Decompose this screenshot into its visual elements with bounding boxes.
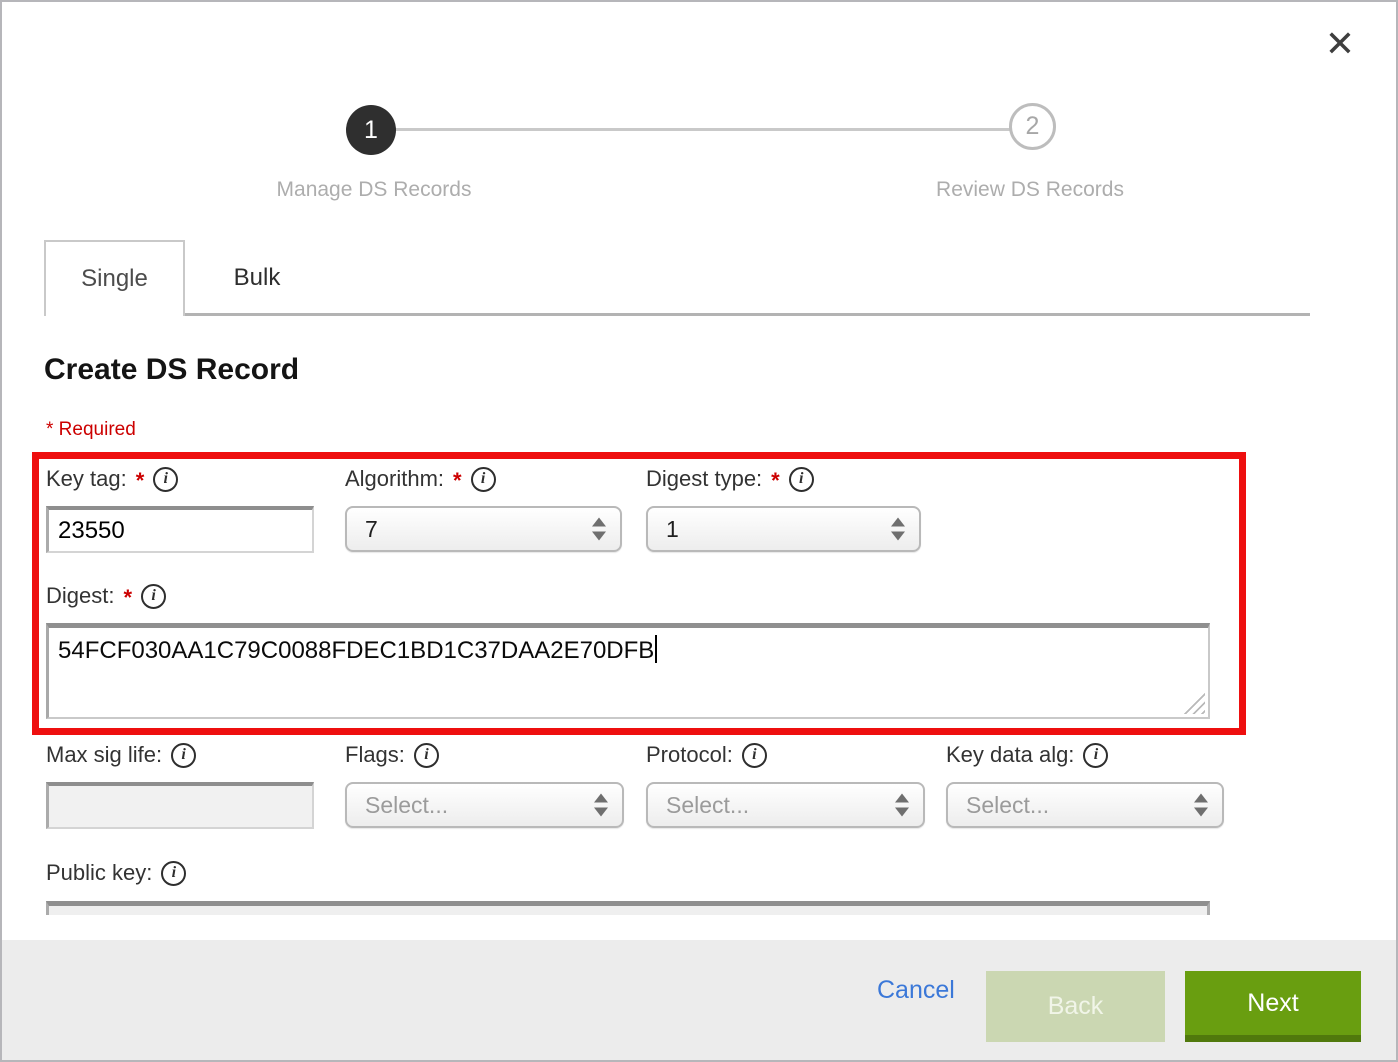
- public-key-label-row: Public key: i: [46, 858, 186, 888]
- max-sig-life-input[interactable]: [46, 782, 314, 829]
- key-tag-input[interactable]: [46, 506, 314, 553]
- select-arrows-icon: [592, 518, 606, 541]
- key-data-alg-placeholder: Select...: [966, 792, 1049, 819]
- key-data-alg-select[interactable]: Select...: [946, 782, 1224, 828]
- required-note: * Required: [46, 419, 136, 441]
- info-icon[interactable]: i: [742, 743, 767, 768]
- field-public-key: Public key: i: [46, 858, 186, 900]
- flags-placeholder: Select...: [365, 792, 448, 819]
- step-1-circle: 1: [346, 105, 396, 155]
- info-icon[interactable]: i: [1083, 743, 1108, 768]
- algorithm-label-row: Algorithm: * i: [345, 464, 622, 494]
- max-sig-life-label: Max sig life:: [46, 742, 162, 768]
- field-key-data-alg: Key data alg: i Select...: [946, 740, 1224, 828]
- select-arrows-icon: [594, 794, 608, 817]
- page-title: Create DS Record: [44, 353, 299, 387]
- key-tag-label: Key tag:: [46, 466, 127, 492]
- info-icon[interactable]: i: [141, 584, 166, 609]
- digest-type-selected-value: 1: [666, 516, 679, 543]
- required-asterisk: *: [771, 468, 780, 494]
- info-icon[interactable]: i: [471, 467, 496, 492]
- public-key-label: Public key:: [46, 860, 152, 886]
- protocol-label-row: Protocol: i: [646, 740, 925, 770]
- field-algorithm: Algorithm: * i 7: [345, 464, 622, 552]
- key-tag-label-row: Key tag: * i: [46, 464, 314, 494]
- protocol-placeholder: Select...: [666, 792, 749, 819]
- algorithm-label: Algorithm:: [345, 466, 444, 492]
- step-1-number: 1: [364, 116, 378, 145]
- tab-single[interactable]: Single: [44, 240, 185, 316]
- next-button[interactable]: Next: [1185, 971, 1361, 1042]
- resize-handle[interactable]: [1183, 692, 1205, 714]
- digest-textarea[interactable]: 54FCF030AA1C79C0088FDEC1BD1C37DAA2E70DFB: [46, 623, 1210, 719]
- step-2-circle: 2: [1009, 103, 1056, 150]
- info-icon[interactable]: i: [789, 467, 814, 492]
- info-icon[interactable]: i: [171, 743, 196, 768]
- stepper-connector-line: [370, 128, 1032, 131]
- tab-bulk[interactable]: Bulk: [185, 240, 329, 316]
- required-asterisk: *: [136, 468, 145, 494]
- field-digest-type: Digest type: * i 1: [646, 464, 921, 552]
- step-2-number: 2: [1026, 112, 1040, 141]
- protocol-label: Protocol:: [646, 742, 733, 768]
- required-asterisk: *: [453, 468, 462, 494]
- max-sig-life-label-row: Max sig life: i: [46, 740, 314, 770]
- close-icon[interactable]: ✕: [1318, 22, 1362, 66]
- required-asterisk: *: [123, 585, 132, 611]
- algorithm-selected-value: 7: [365, 516, 378, 543]
- key-data-alg-label: Key data alg:: [946, 742, 1074, 768]
- step-1-label: Manage DS Records: [259, 178, 489, 202]
- protocol-select[interactable]: Select...: [646, 782, 925, 828]
- info-icon[interactable]: i: [153, 467, 178, 492]
- tab-bar: Single Bulk: [44, 240, 1310, 316]
- create-ds-record-dialog: ✕ 1 2 Manage DS Records Review DS Record…: [0, 0, 1398, 1062]
- digest-type-label-row: Digest type: * i: [646, 464, 921, 494]
- digest-type-label: Digest type:: [646, 466, 762, 492]
- field-digest: Digest: * i 54FCF030AA1C79C0088FDEC1BD1C…: [46, 581, 1210, 719]
- flags-label-row: Flags: i: [345, 740, 624, 770]
- flags-label: Flags:: [345, 742, 405, 768]
- digest-label-row: Digest: * i: [46, 581, 1210, 611]
- select-arrows-icon: [895, 794, 909, 817]
- field-max-sig-life: Max sig life: i: [46, 740, 314, 829]
- field-flags: Flags: i Select...: [345, 740, 624, 828]
- step-2-label: Review DS Records: [915, 178, 1145, 202]
- key-data-alg-label-row: Key data alg: i: [946, 740, 1224, 770]
- tab-bar-divider: [185, 313, 1310, 316]
- algorithm-select[interactable]: 7: [345, 506, 622, 552]
- public-key-textarea[interactable]: [46, 901, 1210, 915]
- info-icon[interactable]: i: [414, 743, 439, 768]
- text-caret: [655, 635, 657, 663]
- select-arrows-icon: [891, 518, 905, 541]
- digest-type-select[interactable]: 1: [646, 506, 921, 552]
- back-button[interactable]: Back: [986, 971, 1165, 1042]
- select-arrows-icon: [1194, 794, 1208, 817]
- digest-value: 54FCF030AA1C79C0088FDEC1BD1C37DAA2E70DFB: [58, 637, 654, 664]
- field-protocol: Protocol: i Select...: [646, 740, 925, 828]
- dialog-footer: Cancel Back Next: [2, 940, 1398, 1062]
- info-icon[interactable]: i: [161, 861, 186, 886]
- field-key-tag: Key tag: * i: [46, 464, 314, 553]
- flags-select[interactable]: Select...: [345, 782, 624, 828]
- digest-label: Digest:: [46, 583, 114, 609]
- cancel-button[interactable]: Cancel: [877, 976, 955, 1005]
